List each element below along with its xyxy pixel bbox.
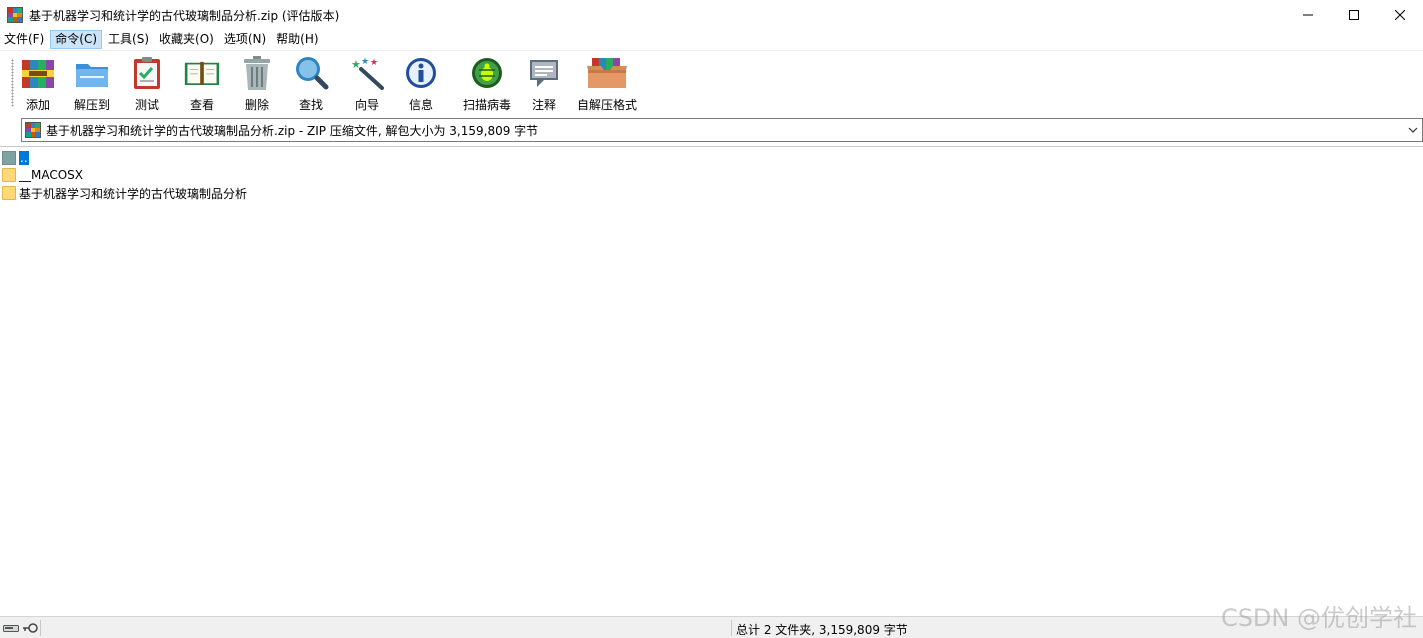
info-label: 信息 bbox=[408, 98, 433, 112]
toolbar: 添加 解压到 测试 查看 删除 查找 ★ ★ ★ 向导 信息 扫描病毒 注释 自… bbox=[0, 50, 1423, 114]
list-item-project-folder[interactable]: 基于机器学习和统计学的古代玻璃制品分析 bbox=[2, 184, 247, 202]
wizard-button[interactable]: ★ ★ ★ 向导 bbox=[350, 55, 384, 113]
zip-archive-icon bbox=[25, 122, 41, 138]
svg-text:★: ★ bbox=[351, 58, 361, 71]
folder-icon bbox=[2, 168, 16, 182]
trash-icon bbox=[239, 55, 275, 91]
file-name: 基于机器学习和统计学的古代玻璃制品分析 bbox=[19, 186, 248, 201]
sfx-box-icon bbox=[586, 55, 628, 91]
open-book-icon bbox=[184, 55, 220, 91]
menu-file[interactable]: 文件(F) bbox=[0, 30, 48, 49]
file-name: .. bbox=[19, 151, 29, 165]
virus-scan-label: 扫描病毒 bbox=[463, 98, 512, 112]
comment-button[interactable]: 注释 bbox=[528, 55, 560, 113]
status-bar: 总计 2 文件夹, 3,159,809 字节 bbox=[0, 616, 1423, 638]
svg-text:★: ★ bbox=[370, 58, 378, 68]
close-icon bbox=[1395, 10, 1405, 20]
menu-bar: 文件(F) 命令(C) 工具(S) 收藏夹(O) 选项(N) 帮助(H) bbox=[0, 30, 1423, 49]
add-button[interactable]: 添加 bbox=[20, 55, 56, 113]
status-icons bbox=[3, 622, 38, 634]
minimize-button[interactable] bbox=[1285, 0, 1331, 30]
window-controls bbox=[1285, 0, 1423, 30]
delete-label: 删除 bbox=[244, 98, 269, 112]
list-item-macosx[interactable]: __MACOSX bbox=[2, 166, 83, 184]
extract-to-button[interactable]: 解压到 bbox=[73, 55, 111, 113]
clipboard-check-icon bbox=[129, 55, 165, 91]
parent-folder-icon bbox=[2, 151, 16, 165]
chevron-down-icon[interactable] bbox=[1408, 124, 1418, 138]
extract-to-label: 解压到 bbox=[73, 98, 110, 112]
magic-wand-icon: ★ ★ ★ bbox=[349, 55, 385, 91]
status-divider bbox=[40, 620, 41, 636]
drive-icon bbox=[3, 625, 19, 632]
virus-scan-button[interactable]: 扫描病毒 bbox=[463, 55, 511, 113]
watermark: CSDN @优创学社 bbox=[1220, 604, 1417, 632]
menu-commands[interactable]: 命令(C) bbox=[50, 30, 103, 49]
virus-scan-icon bbox=[469, 55, 505, 91]
key-icon bbox=[23, 623, 38, 633]
folder-icon bbox=[2, 186, 16, 200]
menu-tools[interactable]: 工具(S) bbox=[104, 30, 153, 49]
view-label: 查看 bbox=[189, 98, 214, 112]
close-button[interactable] bbox=[1377, 0, 1423, 30]
window-title: 基于机器学习和统计学的古代玻璃制品分析.zip (评估版本) bbox=[29, 8, 340, 23]
svg-text:★: ★ bbox=[361, 57, 369, 67]
maximize-button[interactable] bbox=[1331, 0, 1377, 30]
test-label: 测试 bbox=[134, 98, 159, 112]
minimize-icon bbox=[1303, 14, 1313, 16]
find-label: 查找 bbox=[298, 98, 323, 112]
books-add-icon bbox=[20, 55, 56, 91]
wizard-label: 向导 bbox=[354, 98, 379, 112]
menu-help[interactable]: 帮助(H) bbox=[272, 30, 322, 49]
delete-button[interactable]: 删除 bbox=[242, 55, 272, 113]
status-divider bbox=[731, 620, 732, 636]
address-bar[interactable]: 基于机器学习和统计学的古代玻璃制品分析.zip - ZIP 压缩文件, 解包大小… bbox=[21, 118, 1423, 142]
comment-label: 注释 bbox=[531, 98, 556, 112]
toolbar-separator bbox=[453, 57, 454, 109]
address-text: 基于机器学习和统计学的古代玻璃制品分析.zip - ZIP 压缩文件, 解包大小… bbox=[46, 123, 539, 138]
folder-extract-icon bbox=[74, 55, 110, 91]
add-label: 添加 bbox=[25, 98, 50, 112]
maximize-icon bbox=[1349, 10, 1359, 20]
file-list[interactable]: .. __MACOSX 基于机器学习和统计学的古代玻璃制品分析 bbox=[0, 146, 1423, 616]
toolbar-grip[interactable] bbox=[11, 59, 14, 107]
file-name: __MACOSX bbox=[19, 168, 84, 182]
winrar-app-icon bbox=[7, 7, 23, 23]
info-icon bbox=[403, 55, 439, 91]
menu-favorites[interactable]: 收藏夹(O) bbox=[155, 30, 218, 49]
view-button[interactable]: 查看 bbox=[180, 55, 224, 113]
sfx-label: 自解压格式 bbox=[577, 98, 638, 112]
sfx-button[interactable]: 自解压格式 bbox=[577, 55, 637, 113]
menu-options[interactable]: 选项(N) bbox=[220, 30, 270, 49]
status-summary: 总计 2 文件夹, 3,159,809 字节 bbox=[736, 623, 908, 637]
test-button[interactable]: 测试 bbox=[134, 55, 160, 113]
info-button[interactable]: 信息 bbox=[404, 55, 438, 113]
find-button[interactable]: 查找 bbox=[293, 55, 329, 113]
comment-icon bbox=[526, 55, 562, 91]
list-item-parent[interactable]: .. bbox=[2, 149, 29, 167]
title-bar: 基于机器学习和统计学的古代玻璃制品分析.zip (评估版本) bbox=[0, 0, 1423, 30]
magnifier-icon bbox=[293, 55, 329, 91]
